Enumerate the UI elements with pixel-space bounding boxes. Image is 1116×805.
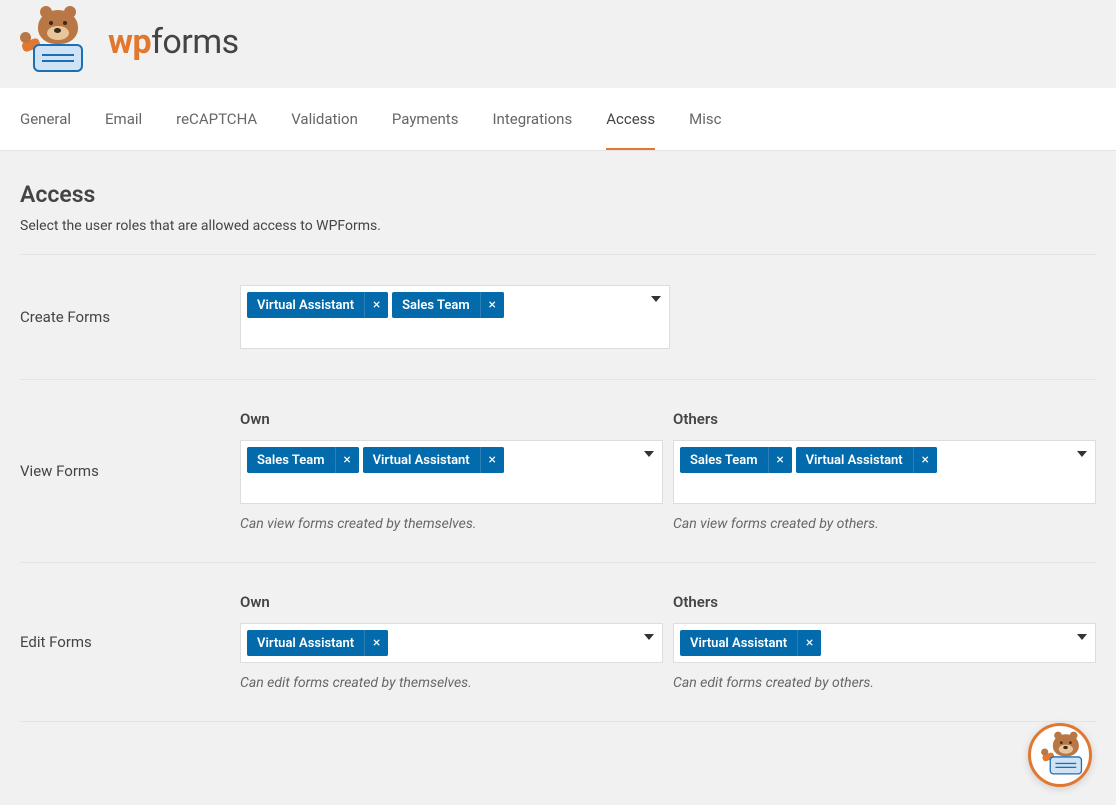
chip-remove-icon[interactable]: ×: [913, 447, 937, 473]
tab-access[interactable]: Access: [606, 88, 655, 150]
create-forms-select[interactable]: Virtual Assistant × Sales Team ×: [240, 285, 670, 349]
field-label-others: Others: [673, 410, 1096, 428]
chevron-down-icon[interactable]: [651, 296, 661, 302]
chip-label: Virtual Assistant: [796, 447, 913, 473]
logo-text: wpforms: [108, 22, 239, 62]
tab-integrations[interactable]: Integrations: [492, 88, 572, 150]
chip: Virtual Assistant ×: [247, 292, 388, 318]
chip-label: Sales Team: [392, 292, 480, 318]
edit-forms-others-select[interactable]: Virtual Assistant ×: [673, 623, 1096, 663]
chevron-down-icon[interactable]: [644, 634, 654, 640]
chip-label: Virtual Assistant: [247, 292, 364, 318]
chip-remove-icon[interactable]: ×: [768, 447, 792, 473]
chip-label: Virtual Assistant: [680, 630, 797, 656]
chip-remove-icon[interactable]: ×: [335, 447, 359, 473]
field-label-own: Own: [240, 410, 663, 428]
section-label: View Forms: [20, 410, 240, 532]
help-text: Can view forms created by themselves.: [240, 516, 663, 532]
chip-remove-icon[interactable]: ×: [480, 292, 504, 318]
chip: Virtual Assistant ×: [680, 630, 821, 656]
tab-validation[interactable]: Validation: [291, 88, 358, 150]
field-label-others: Others: [673, 593, 1096, 611]
help-text: Can edit forms created by others.: [673, 675, 1096, 691]
section-create-forms: Create Forms Virtual Assistant × Sales T…: [20, 254, 1096, 379]
tab-misc[interactable]: Misc: [689, 88, 721, 150]
chip: Sales Team ×: [392, 292, 504, 318]
help-text: Can edit forms created by themselves.: [240, 675, 663, 691]
chip-label: Sales Team: [247, 447, 335, 473]
settings-tabs: General Email reCAPTCHA Validation Payme…: [0, 88, 1116, 151]
content: Access Select the user roles that are al…: [0, 151, 1116, 742]
chip: Sales Team ×: [247, 447, 359, 473]
chip-label: Sales Team: [680, 447, 768, 473]
help-fab-button[interactable]: [1028, 723, 1092, 787]
tab-general[interactable]: General: [20, 88, 71, 150]
view-forms-others-select[interactable]: Sales Team × Virtual Assistant ×: [673, 440, 1096, 504]
page-title: Access: [20, 181, 1096, 208]
wpforms-mascot-icon: [1041, 734, 1079, 776]
chip-remove-icon[interactable]: ×: [797, 630, 821, 656]
field-label-own: Own: [240, 593, 663, 611]
chevron-down-icon[interactable]: [1077, 451, 1087, 457]
chip: Virtual Assistant ×: [796, 447, 937, 473]
chip-label: Virtual Assistant: [247, 630, 364, 656]
view-forms-own-select[interactable]: Sales Team × Virtual Assistant ×: [240, 440, 663, 504]
tab-email[interactable]: Email: [105, 88, 142, 150]
help-text: Can view forms created by others.: [673, 516, 1096, 532]
section-label: Create Forms: [20, 285, 240, 349]
header: wpforms: [0, 0, 1116, 88]
chevron-down-icon[interactable]: [644, 451, 654, 457]
section-edit-forms: Edit Forms Own Virtual Assistant × Can e…: [20, 562, 1096, 721]
chip-remove-icon[interactable]: ×: [364, 630, 388, 656]
chip-remove-icon[interactable]: ×: [480, 447, 504, 473]
wpforms-mascot-icon: [20, 10, 100, 74]
chip-label: Virtual Assistant: [363, 447, 480, 473]
page-description: Select the user roles that are allowed a…: [20, 218, 1096, 234]
logo: wpforms: [20, 10, 1096, 74]
edit-forms-own-select[interactable]: Virtual Assistant ×: [240, 623, 663, 663]
chip: Virtual Assistant ×: [247, 630, 388, 656]
chip: Virtual Assistant ×: [363, 447, 504, 473]
section-label: Edit Forms: [20, 593, 240, 691]
section-view-forms: View Forms Own Sales Team × Virtual Assi…: [20, 379, 1096, 562]
chevron-down-icon[interactable]: [1077, 634, 1087, 640]
chip-remove-icon[interactable]: ×: [364, 292, 388, 318]
tab-payments[interactable]: Payments: [392, 88, 459, 150]
chip: Sales Team ×: [680, 447, 792, 473]
tab-recaptcha[interactable]: reCAPTCHA: [176, 88, 257, 150]
